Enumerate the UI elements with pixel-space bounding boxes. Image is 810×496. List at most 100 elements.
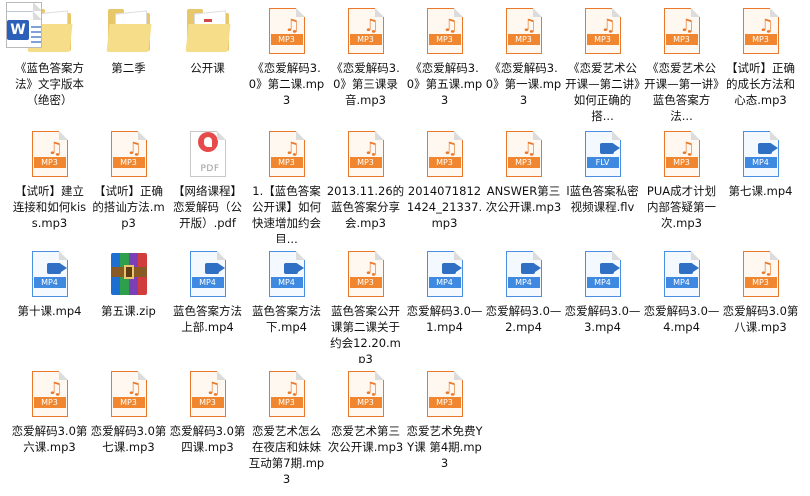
file-icon-grid: 《蓝色答案方法》文字版本（绝密） 第二季 公开课 ♫ MP3 《恋爱解码3.0》第二课.m… xyxy=(0,0,810,496)
file-item[interactable]: ♫ MP3 《恋爱艺术公开课—第一讲》蓝色答案方法... xyxy=(642,0,721,123)
file-name-label: 恋爱解码3.0—4.mp4 xyxy=(643,304,720,334)
file-name-label: 第七课.mp4 xyxy=(728,184,793,198)
file-name-label: 第五课.zip xyxy=(101,304,156,318)
file-item[interactable]: ♫ MP3 【试听】建立连接和如何kiss.mp3 xyxy=(10,123,89,243)
file-name-label: 恋爱解码3.0第八课.mp3 xyxy=(722,304,799,334)
file-item[interactable]: ♫ MP3 恋爱艺术怎么在夜店和妹妹互动第7期.mp3 xyxy=(247,363,326,496)
file-item[interactable]: MP4 第十课.mp4 xyxy=(10,243,89,363)
file-name-label: ANSWER第三次公开课.mp3 xyxy=(485,184,562,214)
mp3-audio-file-icon: ♫ MP3 xyxy=(658,6,706,58)
file-name-label: PUA成才计划内部答疑第一次.mp3 xyxy=(646,184,717,230)
file-name-label: 蓝色答案方法下.mp4 xyxy=(252,304,321,334)
file-name-label: 恋爱艺术怎么在夜店和妹妹互动第7期.mp3 xyxy=(248,424,325,486)
file-name-label: 蓝色答案方法 上部.mp4 xyxy=(173,304,242,334)
file-name-label: 恋爱解码3.0—1.mp4 xyxy=(406,304,483,334)
file-item[interactable]: ♫ MP3 【试听】正确的搭讪方法.mp3 xyxy=(89,123,168,243)
file-item[interactable]: ♫ MP3 蓝色答案公开课第二课关于约会12.20.mp3 xyxy=(326,243,405,363)
file-item[interactable]: MP4 恋爱解码3.0—1.mp4 xyxy=(405,243,484,363)
file-item[interactable]: ♫ MP3 《恋爱解码3.0》第二课.mp3 xyxy=(247,0,326,123)
file-name-label: 《恋爱艺术公开课—第一讲》蓝色答案方法... xyxy=(644,61,719,123)
mp3-audio-file-icon: ♫ MP3 xyxy=(658,129,706,181)
file-item[interactable]: FLV l蓝色答案私密视频课程.flv xyxy=(563,123,642,243)
file-name-label: 《恋爱解码3.0》第五课.mp3 xyxy=(406,61,483,107)
file-item[interactable]: ♫ MP3 1.【蓝色答案公开课】如何快速增加约会目... xyxy=(247,123,326,243)
file-item[interactable]: ♫ MP3 20140718121424_21337.mp3 xyxy=(405,123,484,243)
file-name-label: 恋爱解码3.0第六课.mp3 xyxy=(11,424,88,454)
mp3-audio-file-icon: ♫ MP3 xyxy=(737,6,785,58)
file-name-label: 恋爱解码3.0—3.mp4 xyxy=(564,304,641,334)
file-name-label: 恋爱艺术第三次公开课.mp3 xyxy=(327,424,404,454)
mp3-audio-file-icon: ♫ MP3 xyxy=(184,369,232,421)
file-name-label: 恋爱解码3.0第七课.mp3 xyxy=(90,424,167,454)
file-name-label: 【网络课程】恋爱解码（公开版）.pdf xyxy=(173,184,242,230)
mp3-audio-file-icon: ♫ MP3 xyxy=(26,129,74,181)
file-name-label: 《恋爱解码3.0》第三课录音.mp3 xyxy=(331,61,400,107)
file-item[interactable]: MP4 恋爱解码3.0—3.mp4 xyxy=(563,243,642,363)
mp4-video-file-icon: MP4 xyxy=(737,129,785,181)
file-item[interactable]: 第五课.zip xyxy=(89,243,168,363)
file-name-label: 恋爱解码3.0第四课.mp3 xyxy=(169,424,246,454)
file-name-label: 《蓝色答案方法》文字版本（绝密） xyxy=(15,61,84,107)
mp3-audio-file-icon: ♫ MP3 xyxy=(105,369,153,421)
zip-archive-icon xyxy=(105,249,153,301)
file-item[interactable]: MP4 蓝色答案方法下.mp4 xyxy=(247,243,326,363)
folder-icon xyxy=(105,6,153,58)
file-item[interactable]: MP4 蓝色答案方法 上部.mp4 xyxy=(168,243,247,363)
mp3-audio-file-icon: ♫ MP3 xyxy=(26,369,74,421)
mp3-audio-file-icon: ♫ MP3 xyxy=(421,6,469,58)
mp3-audio-file-icon: ♫ MP3 xyxy=(500,6,548,58)
folder-icon xyxy=(184,6,232,58)
file-name-label: 《恋爱艺术公开课—第二讲》如何正确的搭... xyxy=(565,61,640,123)
file-item[interactable]: ♫ MP3 《恋爱解码3.0》第五课.mp3 xyxy=(405,0,484,123)
file-item[interactable]: MP4 恋爱解码3.0—2.mp4 xyxy=(484,243,563,363)
file-item[interactable]: PDF 【网络课程】恋爱解码（公开版）.pdf xyxy=(168,123,247,243)
mp3-audio-file-icon: ♫ MP3 xyxy=(500,129,548,181)
file-name-label: l蓝色答案私密视频课程.flv xyxy=(566,184,639,214)
file-item[interactable]: ♫ MP3 《恋爱艺术公开课—第二讲》如何正确的搭... xyxy=(563,0,642,123)
file-name-label: 【试听】正确的搭讪方法.mp3 xyxy=(92,184,165,230)
flv-video-file-icon: FLV xyxy=(579,129,627,181)
file-name-label: 蓝色答案公开课第二课关于约会12.20.mp3 xyxy=(330,304,401,363)
file-name-label: 恋爱解码3.0—2.mp4 xyxy=(485,304,562,334)
mp4-video-file-icon: MP4 xyxy=(500,249,548,301)
mp4-video-file-icon: MP4 xyxy=(579,249,627,301)
file-item[interactable]: ♫ MP3 恋爱解码3.0第八课.mp3 xyxy=(721,243,800,363)
mp3-audio-file-icon: ♫ MP3 xyxy=(342,129,390,181)
file-name-label: 《恋爱解码3.0》第一课.mp3 xyxy=(485,61,562,107)
word-document-icon: W xyxy=(7,9,41,47)
file-item[interactable]: 公开课 xyxy=(168,0,247,123)
file-item[interactable]: W约会倍增术.doc xyxy=(6,2,42,48)
mp4-video-file-icon: MP4 xyxy=(26,249,74,301)
file-name-label: 2013.11.26的蓝色答案分享会.mp3 xyxy=(326,184,405,230)
file-name-label: 公开课 xyxy=(190,61,225,75)
mp3-audio-file-icon: ♫ MP3 xyxy=(737,249,785,301)
mp4-video-file-icon: MP4 xyxy=(658,249,706,301)
mp4-video-file-icon: MP4 xyxy=(421,249,469,301)
mp3-audio-file-icon: ♫ MP3 xyxy=(263,129,311,181)
file-item[interactable]: ♫ MP3 恋爱艺术第三次公开课.mp3 xyxy=(326,363,405,496)
file-item[interactable]: ♫ MP3 恋爱解码3.0第七课.mp3 xyxy=(89,363,168,496)
file-item[interactable]: ♫ MP3 《恋爱解码3.0》第三课录音.mp3 xyxy=(326,0,405,123)
file-item[interactable]: ♫ MP3 2013.11.26的蓝色答案分享会.mp3 xyxy=(326,123,405,243)
file-name-label: 恋爱艺术免费YY课 第4期.mp3 xyxy=(406,424,483,470)
file-name-label: 第十课.mp4 xyxy=(17,304,82,318)
file-name-label: 【试听】正确的成长方法和心态.mp3 xyxy=(726,61,795,107)
file-item[interactable]: ♫ MP3 【试听】正确的成长方法和心态.mp3 xyxy=(721,0,800,123)
mp3-audio-file-icon: ♫ MP3 xyxy=(579,6,627,58)
file-item[interactable]: ♫ MP3 ANSWER第三次公开课.mp3 xyxy=(484,123,563,243)
mp4-video-file-icon: MP4 xyxy=(184,249,232,301)
file-item[interactable]: ♫ MP3 恋爱艺术免费YY课 第4期.mp3 xyxy=(405,363,484,496)
file-item[interactable]: ♫ MP3 PUA成才计划内部答疑第一次.mp3 xyxy=(642,123,721,243)
file-item[interactable]: ♫ MP3 《恋爱解码3.0》第一课.mp3 xyxy=(484,0,563,123)
mp3-audio-file-icon: ♫ MP3 xyxy=(263,369,311,421)
file-name-label: 《恋爱解码3.0》第二课.mp3 xyxy=(248,61,325,107)
file-item[interactable]: MP4 第七课.mp4 xyxy=(721,123,800,243)
file-item[interactable]: MP4 恋爱解码3.0—4.mp4 xyxy=(642,243,721,363)
mp3-audio-file-icon: ♫ MP3 xyxy=(342,249,390,301)
file-item[interactable]: 第二季 xyxy=(89,0,168,123)
file-name-label: 【试听】建立连接和如何kiss.mp3 xyxy=(12,184,87,230)
mp3-audio-file-icon: ♫ MP3 xyxy=(263,6,311,58)
file-item[interactable]: ♫ MP3 恋爱解码3.0第四课.mp3 xyxy=(168,363,247,496)
mp3-audio-file-icon: ♫ MP3 xyxy=(105,129,153,181)
file-item[interactable]: ♫ MP3 恋爱解码3.0第六课.mp3 xyxy=(10,363,89,496)
